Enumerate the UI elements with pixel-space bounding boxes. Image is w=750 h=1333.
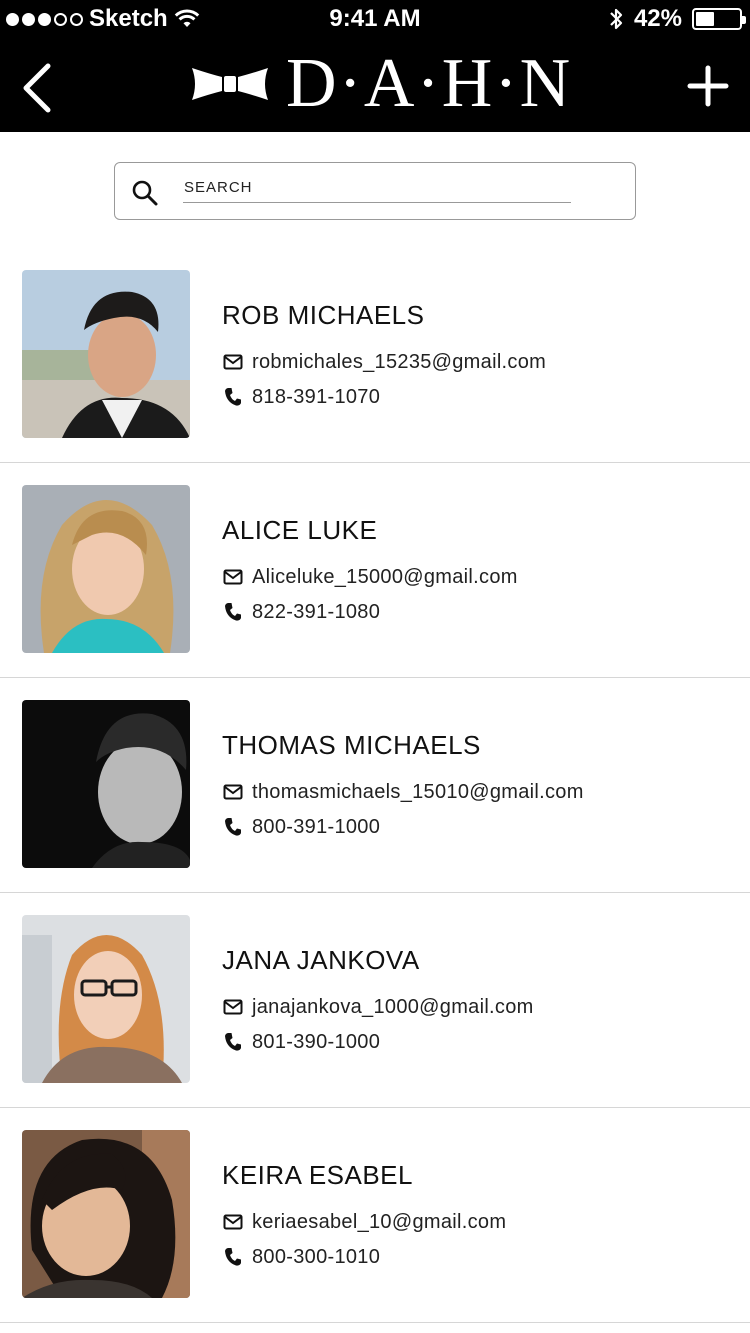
contact-email[interactable]: janajankova_1000@gmail.com	[222, 994, 534, 1020]
avatar	[22, 700, 190, 868]
contact-name: THOMAS MICHAELS	[222, 730, 481, 760]
contact-phone-text: 800-300-1010	[252, 1245, 381, 1268]
plus-icon	[687, 65, 729, 107]
contact-phone[interactable]: 800-391-1000	[222, 814, 380, 840]
contact-email-text: thomasmichaels_15010@gmail.com	[252, 780, 584, 803]
contact-list: ROB MICHAELS robmichales_15235@gmail.com…	[0, 248, 750, 1323]
contact-name: KEIRA ESABEL	[222, 1160, 413, 1190]
avatar-photo	[22, 270, 190, 438]
contact-phone[interactable]: 822-391-1080	[222, 599, 380, 625]
contact-row[interactable]: ALICE LUKE Aliceluke_15000@gmail.com 822…	[0, 463, 750, 678]
brand-logo-text: D·A·H·N	[286, 45, 573, 122]
chevron-left-icon	[23, 63, 51, 113]
contact-name: ALICE LUKE	[222, 515, 378, 545]
status-right: 42%	[608, 0, 746, 38]
contact-name: JANA JANKOVA	[222, 945, 420, 975]
search-input[interactable]	[183, 177, 571, 203]
back-button[interactable]	[14, 58, 62, 114]
contact-email-text: janajankova_1000@gmail.com	[252, 995, 534, 1018]
add-contact-button[interactable]	[682, 58, 734, 114]
brand-logo: D·A·H·N	[190, 49, 572, 119]
contact-phone-text: 800-391-1000	[252, 815, 381, 838]
contact-phone[interactable]: 800-300-1010	[222, 1244, 380, 1270]
contact-email-text: robmichales_15235@gmail.com	[252, 350, 547, 373]
envelope-icon	[222, 1211, 244, 1233]
avatar-photo	[22, 915, 190, 1083]
phone-icon	[222, 1246, 244, 1268]
contact-phone-text: 818-391-1070	[252, 385, 381, 408]
bowtie-icon	[192, 68, 268, 100]
contact-row[interactable]: THOMAS MICHAELS thomasmichaels_15010@gma…	[0, 678, 750, 893]
contact-row[interactable]: KEIRA ESABEL keriaesabel_10@gmail.com 80…	[0, 1108, 750, 1323]
avatar	[22, 1130, 190, 1298]
envelope-icon	[222, 781, 244, 803]
status-bar: Sketch 9:41 AM 42%	[0, 0, 750, 38]
avatar-photo	[22, 1130, 190, 1298]
avatar-photo	[22, 700, 190, 868]
battery-level	[696, 12, 714, 26]
contact-phone-text: 801-390-1000	[252, 1030, 381, 1053]
envelope-icon	[222, 351, 244, 373]
search-bar[interactable]	[114, 162, 636, 220]
contact-row[interactable]: JANA JANKOVA janajankova_1000@gmail.com …	[0, 893, 750, 1108]
contact-row[interactable]: ROB MICHAELS robmichales_15235@gmail.com…	[0, 248, 750, 463]
contact-email-text: keriaesabel_10@gmail.com	[252, 1210, 507, 1233]
contact-phone[interactable]: 801-390-1000	[222, 1029, 380, 1055]
battery-icon	[692, 8, 746, 30]
contact-email-text: Aliceluke_15000@gmail.com	[252, 565, 518, 588]
contacts-screen: Sketch 9:41 AM 42% D·A·H·N SEARCH ROB MI…	[0, 0, 750, 1333]
contact-email[interactable]: thomasmichaels_15010@gmail.com	[222, 779, 584, 805]
contact-email[interactable]: Aliceluke_15000@gmail.com	[222, 564, 518, 590]
envelope-icon	[222, 566, 244, 588]
avatar	[22, 915, 190, 1083]
app-header: D·A·H·N	[0, 38, 750, 132]
phone-icon	[222, 386, 244, 408]
phone-icon	[222, 1031, 244, 1053]
contact-phone[interactable]: 818-391-1070	[222, 384, 380, 410]
contact-email[interactable]: keriaesabel_10@gmail.com	[222, 1209, 506, 1235]
avatar-photo	[22, 485, 190, 653]
phone-icon	[222, 601, 244, 623]
battery-percent: 42%	[633, 5, 682, 32]
avatar	[22, 485, 190, 653]
contact-name: ROB MICHAELS	[222, 300, 425, 330]
avatar	[22, 270, 190, 438]
search-icon	[132, 180, 158, 206]
bluetooth-icon	[610, 8, 623, 30]
contact-phone-text: 822-391-1080	[252, 600, 381, 623]
phone-icon	[222, 816, 244, 838]
envelope-icon	[222, 996, 244, 1018]
contact-email[interactable]: robmichales_15235@gmail.com	[222, 349, 546, 375]
